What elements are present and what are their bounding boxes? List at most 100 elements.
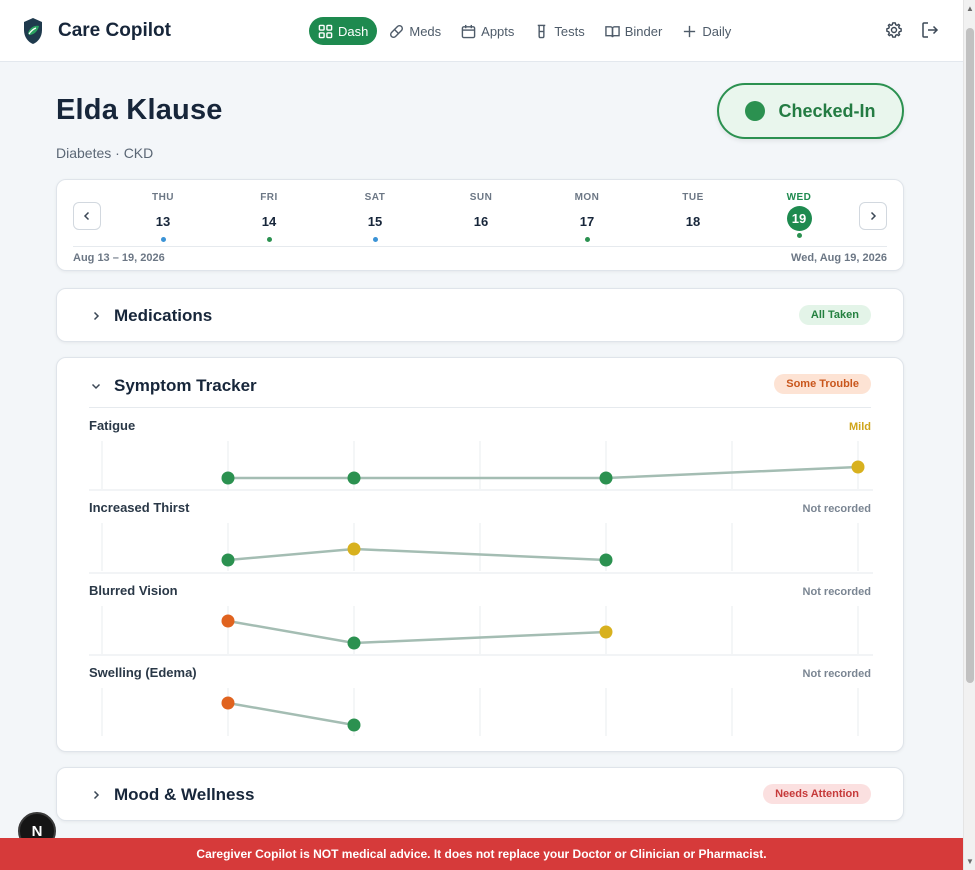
symptom-row: Swelling (Edema) Not recorded [89, 654, 873, 736]
symptom-trend-line [227, 547, 607, 562]
nav-dash-label: Dash [338, 23, 369, 39]
symptom-name: Blurred Vision [89, 583, 178, 598]
nav-meds[interactable]: Meds [381, 17, 449, 45]
nav-binder[interactable]: Binder [597, 17, 671, 45]
symptom-point[interactable] [347, 542, 361, 556]
prev-week-button[interactable] [73, 202, 101, 230]
calendar-day-marker-icon [691, 237, 696, 242]
top-actions [885, 21, 939, 39]
symptom-row: Fatigue Mild [89, 418, 871, 489]
mood-wellness-section: Mood & Wellness Needs Attention [56, 767, 904, 821]
chevron-right-icon [870, 211, 877, 221]
symptom-point[interactable] [347, 636, 361, 650]
calendar-day-name: SAT [364, 192, 386, 203]
calendar-day-number: 13 [155, 214, 171, 229]
checkin-label: Checked-In [778, 100, 876, 121]
calendar-day-wed[interactable]: WED 19 [774, 192, 824, 238]
app-name: Care Copilot [58, 20, 171, 41]
nav-binder-label: Binder [624, 23, 663, 39]
nav-appts-label: Appts [481, 23, 515, 39]
logout-icon[interactable] [921, 21, 939, 39]
calendar-day-tue[interactable]: TUE 18 [668, 192, 718, 242]
nav-meds-label: Meds [409, 23, 442, 39]
calendar-day-number: 14 [261, 214, 277, 229]
calendar-day-name: TUE [682, 192, 704, 203]
calendar-day-marker-icon [266, 237, 272, 242]
symptom-point[interactable] [599, 553, 613, 567]
top-nav-bar: Care Copilot Dash Meds Appts Tests Binde… [0, 0, 963, 62]
nav-dash[interactable]: Dash [309, 17, 378, 45]
nav-tests-label: Tests [554, 23, 585, 39]
grid-icon [318, 24, 333, 38]
calendar-day-number: 16 [473, 214, 489, 229]
calendar-day-sun[interactable]: SUN 16 [456, 192, 506, 242]
mood-wellness-title: Mood & Wellness [114, 785, 255, 804]
nav-appts[interactable]: Appts [453, 17, 522, 45]
symptom-point[interactable] [221, 553, 235, 567]
calendar-range: Aug 13 – 19, 2026 [73, 252, 165, 264]
calendar-day-name: MON [574, 192, 600, 203]
calendar-day-name: SUN [469, 192, 493, 203]
medications-section: Medications All Taken [56, 288, 904, 342]
patient-conditions: Diabetes · CKD [56, 145, 154, 161]
calendar-day-marker-icon [372, 237, 378, 242]
plus-icon [684, 25, 696, 37]
patient-name: Elda Klause [56, 94, 223, 126]
symptom-point[interactable] [221, 614, 235, 628]
shield-leaf-icon [24, 18, 42, 44]
medications-header[interactable]: Medications [90, 306, 212, 326]
calendar-day-fri[interactable]: FRI 14 [244, 192, 294, 242]
gear-icon[interactable] [885, 21, 903, 39]
calendar-day-mon[interactable]: MON 17 [562, 192, 612, 242]
pill-icon [390, 24, 404, 38]
scroll-up-arrow-icon[interactable]: ▲ [966, 4, 974, 13]
calendar-day-marker-icon [796, 233, 802, 238]
calendar-day-name: FRI [260, 192, 278, 203]
nav-tests[interactable]: Tests [526, 17, 592, 45]
nav-daily[interactable]: Daily [674, 17, 739, 45]
symptom-row: Increased Thirst Not recorded [89, 489, 873, 571]
symptom-point[interactable] [347, 471, 361, 485]
calendar-day-sat[interactable]: SAT 15 [350, 192, 400, 242]
symptom-trend-line [228, 465, 859, 480]
symptom-status: Not recorded [803, 503, 871, 515]
symptom-point[interactable] [599, 625, 613, 639]
main-nav: Dash Meds Appts Tests Binder Daily [309, 17, 739, 45]
calendar-day-marker-icon [584, 237, 590, 242]
page-scrollbar[interactable]: ▲ ▼ [963, 0, 975, 870]
nav-daily-label: Daily [702, 23, 732, 39]
calendar-icon [461, 24, 476, 38]
symptom-point[interactable] [599, 471, 613, 485]
mood-wellness-header[interactable]: Mood & Wellness [90, 785, 254, 805]
symptom-charts: Fatigue Mild Increased Thirst Not recorded B… [89, 418, 873, 736]
symptom-name: Fatigue [89, 418, 135, 433]
medical-disclaimer-banner: Caregiver Copilot is NOT medical advice.… [0, 838, 963, 870]
calendar-day-thu[interactable]: THU 13 [138, 192, 188, 242]
symptom-point[interactable] [221, 471, 235, 485]
week-calendar: THU 13 FRI 14 SAT 15 SUN 16 MON 17 TUE 18 WED 19 Aug … [56, 179, 904, 271]
symptom-point[interactable] [851, 460, 865, 474]
checkin-button[interactable]: Checked-In [717, 83, 904, 139]
scroll-down-arrow-icon[interactable]: ▼ [966, 857, 974, 866]
checkin-status-dot-icon [745, 101, 766, 121]
calendar-day-marker-icon [479, 237, 484, 242]
brand[interactable]: Care Copilot [22, 17, 171, 45]
symptom-point[interactable] [221, 696, 235, 710]
dev-tools-label: N [31, 822, 43, 840]
next-week-button[interactable] [859, 202, 887, 230]
calendar-day-number: 18 [685, 214, 701, 229]
symptom-row: Blurred Vision Not recorded [89, 572, 873, 654]
symptom-status: Not recorded [803, 668, 871, 680]
calendar-day-marker-icon [160, 237, 166, 242]
medications-status-badge: All Taken [798, 305, 871, 325]
symptom-name: Increased Thirst [89, 500, 190, 515]
calendar-day-name: THU [151, 192, 175, 203]
book-icon [604, 25, 620, 37]
symptom-status: Mild [849, 421, 871, 433]
calendar-day-number: 17 [579, 214, 595, 229]
symptom-point[interactable] [347, 718, 361, 732]
chevron-left-icon [83, 211, 90, 221]
scroll-thumb[interactable] [966, 28, 974, 683]
symptom-name: Swelling (Edema) [89, 665, 197, 680]
chevron-right-icon [93, 790, 100, 800]
